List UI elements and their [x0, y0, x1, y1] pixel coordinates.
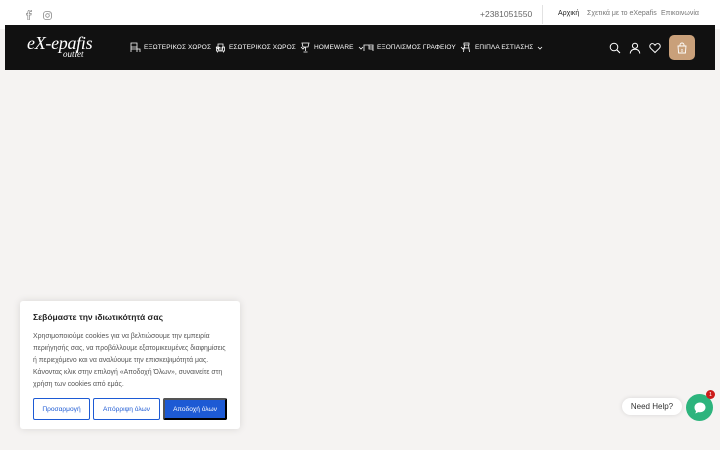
cookie-consent-banner: Σεβόμαστε την ιδιωτικότητά σας Χρησιμοπο… [20, 301, 240, 429]
chat-bubble-icon [694, 402, 705, 413]
instagram-icon[interactable] [41, 9, 53, 21]
nav-item-label: HOMEWARE [314, 44, 354, 51]
toplink-home[interactable]: Αρχική [558, 10, 579, 17]
lamp-icon [301, 42, 310, 53]
heart-icon[interactable] [649, 41, 661, 54]
cookie-description: Χρησιμοποιούμε cookies για να βελτιώσουμ… [33, 333, 226, 388]
nav-item-label: ΕΞΩΤΕΡΙΚΟΣ ΧΩΡΟΣ [144, 44, 212, 51]
site-logo[interactable]: eX-epafis outlet [27, 33, 102, 60]
cart-count: 0 [681, 47, 684, 52]
chat-notification-badge: 1 [706, 390, 715, 399]
outdoor-furniture-icon [130, 42, 141, 52]
user-icon[interactable] [629, 41, 641, 54]
nav-item-indoor[interactable]: ΕΣΩΤΕΡΙΚΟΣ ΧΩΡΟΣ [215, 41, 306, 54]
nav-item-label: ΕΣΩΤΕΡΙΚΟΣ ΧΩΡΟΣ [229, 44, 296, 51]
topbar-divider [542, 5, 543, 24]
nav-item-homeware[interactable]: HOMEWARE [300, 41, 364, 54]
cookie-customize-button[interactable]: Προσαρμογή [33, 398, 90, 420]
bag-icon: 0 [677, 42, 687, 53]
cookie-reject-button[interactable]: Απόρριψη όλων [93, 398, 160, 420]
need-help-label[interactable]: Need Help? [622, 398, 682, 415]
nav-item-office[interactable]: ΕΞΟΠΛΙΣΜΟΣ ΓΡΑΦΕΙΟΥ [363, 41, 466, 54]
nav-item-dining[interactable]: ΕΠΙΠΛΑ ΕΣΤΙΑΣΗΣ [461, 41, 543, 54]
logo-subtext: outlet [63, 49, 84, 59]
cookie-title: Σεβόμαστε την ιδιωτικότητά σας [33, 312, 163, 322]
toplink-contact[interactable]: Επικοινωνία [661, 10, 699, 17]
phone-number[interactable]: +2381051550 [480, 9, 532, 19]
main-header: eX-epafis outlet ΕΞΩΤΕΡΙΚΟΣ ΧΩΡΟΣ ΕΣΩΤΕΡ… [5, 25, 715, 70]
cart-button[interactable]: 0 [669, 35, 695, 60]
desk-icon [363, 44, 374, 51]
armchair-icon [216, 43, 225, 53]
nav-item-label: ΕΞΟΠΛΙΣΜΟΣ ΓΡΑΦΕΙΟΥ [377, 44, 456, 51]
search-icon[interactable] [609, 41, 621, 54]
nav-item-outdoor[interactable]: ΕΞΩΤΕΡΙΚΟΣ ΧΩΡΟΣ [130, 41, 221, 54]
cookie-accept-button[interactable]: Αποδοχή όλων [163, 398, 227, 420]
facebook-icon[interactable] [23, 9, 35, 21]
chevron-down-icon [538, 46, 543, 50]
bar-stool-icon [463, 42, 470, 53]
nav-item-label: ΕΠΙΠΛΑ ΕΣΤΙΑΣΗΣ [475, 44, 534, 51]
toplink-about[interactable]: Σχετικά με το eXepafis [587, 10, 657, 17]
